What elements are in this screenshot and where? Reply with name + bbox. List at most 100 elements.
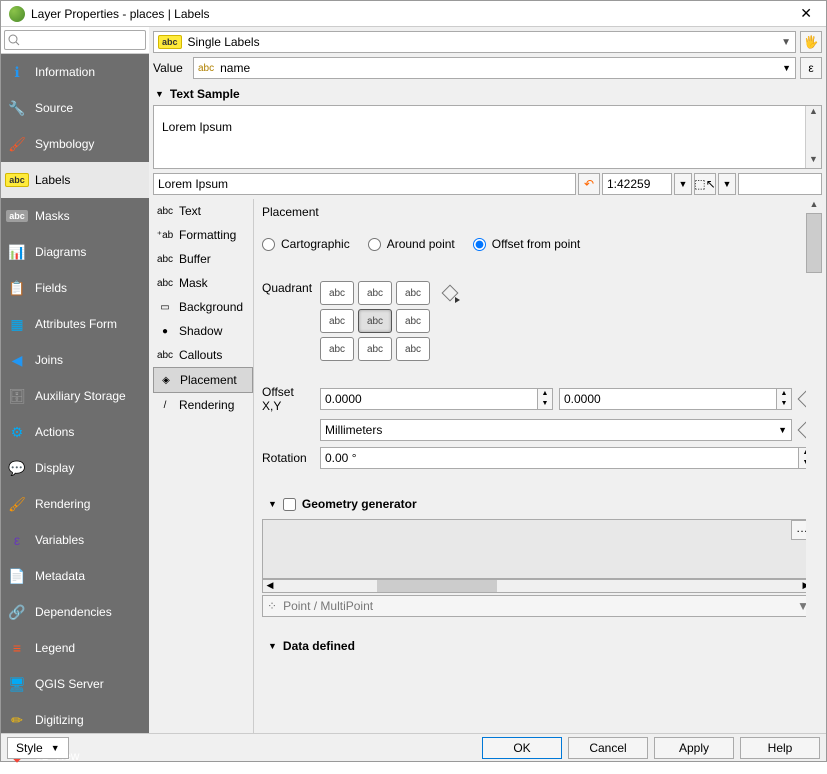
- rendering-icon: /: [157, 397, 173, 413]
- expression-button[interactable]: ε: [800, 57, 822, 79]
- sidebar-item-metadata[interactable]: 📄Metadata: [1, 558, 149, 594]
- rotation-label: Rotation: [262, 451, 314, 465]
- tab-shadow[interactable]: ●Shadow: [153, 319, 253, 343]
- geometry-type-combo[interactable]: ⁘ Point / MultiPoint ▼: [262, 595, 814, 617]
- tab-buffer[interactable]: abcBuffer: [153, 247, 253, 271]
- identify-dropdown[interactable]: ▼: [718, 173, 736, 195]
- background-icon: ▭: [157, 299, 173, 315]
- collapse-icon: ▼: [268, 641, 277, 651]
- label-mode-combo[interactable]: abc Single Labels ▼: [153, 31, 796, 53]
- sidebar-item-digitizing[interactable]: ✏Digitizing: [1, 702, 149, 738]
- sidebar-item-attributes-form[interactable]: ▦Attributes Form: [1, 306, 149, 342]
- information-icon: ℹ: [7, 62, 27, 82]
- labels-icon: abc: [7, 170, 27, 190]
- value-combo[interactable]: abc name ▼: [193, 57, 796, 79]
- sidebar-item-variables[interactable]: εVariables: [1, 522, 149, 558]
- scale-input[interactable]: 1:42259: [602, 173, 672, 195]
- data-defined-header[interactable]: ▼ Data defined: [262, 635, 814, 657]
- sidebar-item-symbology[interactable]: 🖌Symbology: [1, 126, 149, 162]
- sidebar-item-legend[interactable]: ≡Legend: [1, 630, 149, 666]
- digitizing-icon: ✏: [7, 710, 27, 730]
- tab-placement[interactable]: ◈Placement: [153, 367, 253, 393]
- sidebar-item-fields[interactable]: 📋Fields: [1, 270, 149, 306]
- tab-formatting[interactable]: ⁺abFormatting: [153, 223, 253, 247]
- joins-icon: ◀: [7, 350, 27, 370]
- cancel-button[interactable]: Cancel: [568, 737, 648, 759]
- quadrant-br[interactable]: abc: [396, 337, 430, 361]
- offset-label: Offset X,Y: [262, 385, 314, 413]
- quadrant-ml[interactable]: abc: [320, 309, 354, 333]
- value-field-text: name: [220, 61, 250, 75]
- label-mode-text: Single Labels: [188, 35, 260, 49]
- apply-button[interactable]: Apply: [654, 737, 734, 759]
- chevron-down-icon: ▼: [781, 37, 791, 48]
- sidebar-item-auxiliary-storage[interactable]: 🗄Auxiliary Storage: [1, 378, 149, 414]
- quadrant-bc[interactable]: abc: [358, 337, 392, 361]
- reset-sample-button[interactable]: ↶: [578, 173, 600, 195]
- dependencies-icon: 🔗: [7, 602, 27, 622]
- quadrant-override-icon[interactable]: [442, 285, 458, 301]
- sidebar-item-source[interactable]: 🔧Source: [1, 90, 149, 126]
- tab-text[interactable]: abcText: [153, 199, 253, 223]
- shadow-icon: ●: [157, 323, 173, 339]
- ok-button[interactable]: OK: [482, 737, 562, 759]
- quadrant-bl[interactable]: abc: [320, 337, 354, 361]
- style-menu-button[interactable]: Style▼: [7, 737, 69, 759]
- quadrant-grid: abc abc abc abc abc abc abc abc abc: [320, 281, 430, 361]
- quadrant-tr[interactable]: abc: [396, 281, 430, 305]
- sidebar-item-display[interactable]: 💬Display: [1, 450, 149, 486]
- quadrant-mr[interactable]: abc: [396, 309, 430, 333]
- sidebar-item-qgis-server[interactable]: 🖥QGIS Server: [1, 666, 149, 702]
- mask-icon: abc: [157, 275, 173, 291]
- geometry-generator-checkbox[interactable]: [283, 498, 296, 511]
- scale-dropdown[interactable]: ▼: [674, 173, 692, 195]
- sample-scrollbar[interactable]: ▲▼: [805, 106, 821, 168]
- rendering-icon: 🖌: [7, 494, 27, 514]
- sidebar-item-masks[interactable]: abcMasks: [1, 198, 149, 234]
- quadrant-tc[interactable]: abc: [358, 281, 392, 305]
- sidebar-item-joins[interactable]: ◀Joins: [1, 342, 149, 378]
- sidebar-item-dependencies[interactable]: 🔗Dependencies: [1, 594, 149, 630]
- panel-scrollbar[interactable]: ▲: [806, 199, 822, 733]
- sidebar-item-information[interactable]: ℹInformation: [1, 54, 149, 90]
- offset-x-input[interactable]: [320, 388, 538, 410]
- quadrant-label: Quadrant: [262, 281, 314, 295]
- search-input[interactable]: [4, 30, 146, 50]
- chevron-down-icon: ▼: [782, 63, 791, 73]
- metadata-icon: 📄: [7, 566, 27, 586]
- close-icon[interactable]: ✕: [794, 5, 818, 22]
- fields-icon: 📋: [7, 278, 27, 298]
- legend-icon: ≡: [7, 638, 27, 658]
- radio-cartographic[interactable]: Cartographic: [262, 237, 350, 251]
- quadrant-tl[interactable]: abc: [320, 281, 354, 305]
- offset-units-combo[interactable]: Millimeters▼: [320, 419, 792, 441]
- offset-y-input[interactable]: [559, 388, 777, 410]
- field-abc-icon: abc: [198, 63, 214, 74]
- radio-offset-from-point[interactable]: Offset from point: [473, 237, 580, 251]
- tab-background[interactable]: ▭Background: [153, 295, 253, 319]
- sidebar-item-actions[interactable]: ⚙Actions: [1, 414, 149, 450]
- radio-around-point[interactable]: Around point: [368, 237, 455, 251]
- callouts-icon: abc: [157, 347, 173, 363]
- formatting-icon: ⁺ab: [157, 227, 173, 243]
- quadrant-mc[interactable]: abc: [358, 309, 392, 333]
- identify-button[interactable]: ⬚↖: [694, 173, 716, 195]
- tab-callouts[interactable]: abcCallouts: [153, 343, 253, 367]
- label-settings-button[interactable]: 🖐: [800, 31, 822, 53]
- help-button[interactable]: Help: [740, 737, 820, 759]
- geometry-generator-header[interactable]: ▼ Geometry generator: [262, 493, 814, 515]
- tab-mask[interactable]: abcMask: [153, 271, 253, 295]
- sidebar-item-labels[interactable]: abcLabels: [1, 162, 149, 198]
- sample-text-input[interactable]: [153, 173, 576, 195]
- rotation-input[interactable]: [320, 447, 799, 469]
- sidebar-item-diagrams[interactable]: 📊Diagrams: [1, 234, 149, 270]
- text-sample-header[interactable]: ▼ Text Sample: [149, 83, 826, 105]
- text-sample-preview: Lorem Ipsum ▲▼: [153, 105, 822, 169]
- text-icon: abc: [157, 203, 173, 219]
- background-color-button[interactable]: [738, 173, 822, 195]
- sidebar-item-rendering[interactable]: 🖌Rendering: [1, 486, 149, 522]
- tab-rendering[interactable]: /Rendering: [153, 393, 253, 417]
- geometry-expression-area[interactable]: …: [262, 519, 814, 579]
- value-label: Value: [153, 61, 189, 75]
- geom-hscrollbar[interactable]: ◀▶: [262, 579, 814, 593]
